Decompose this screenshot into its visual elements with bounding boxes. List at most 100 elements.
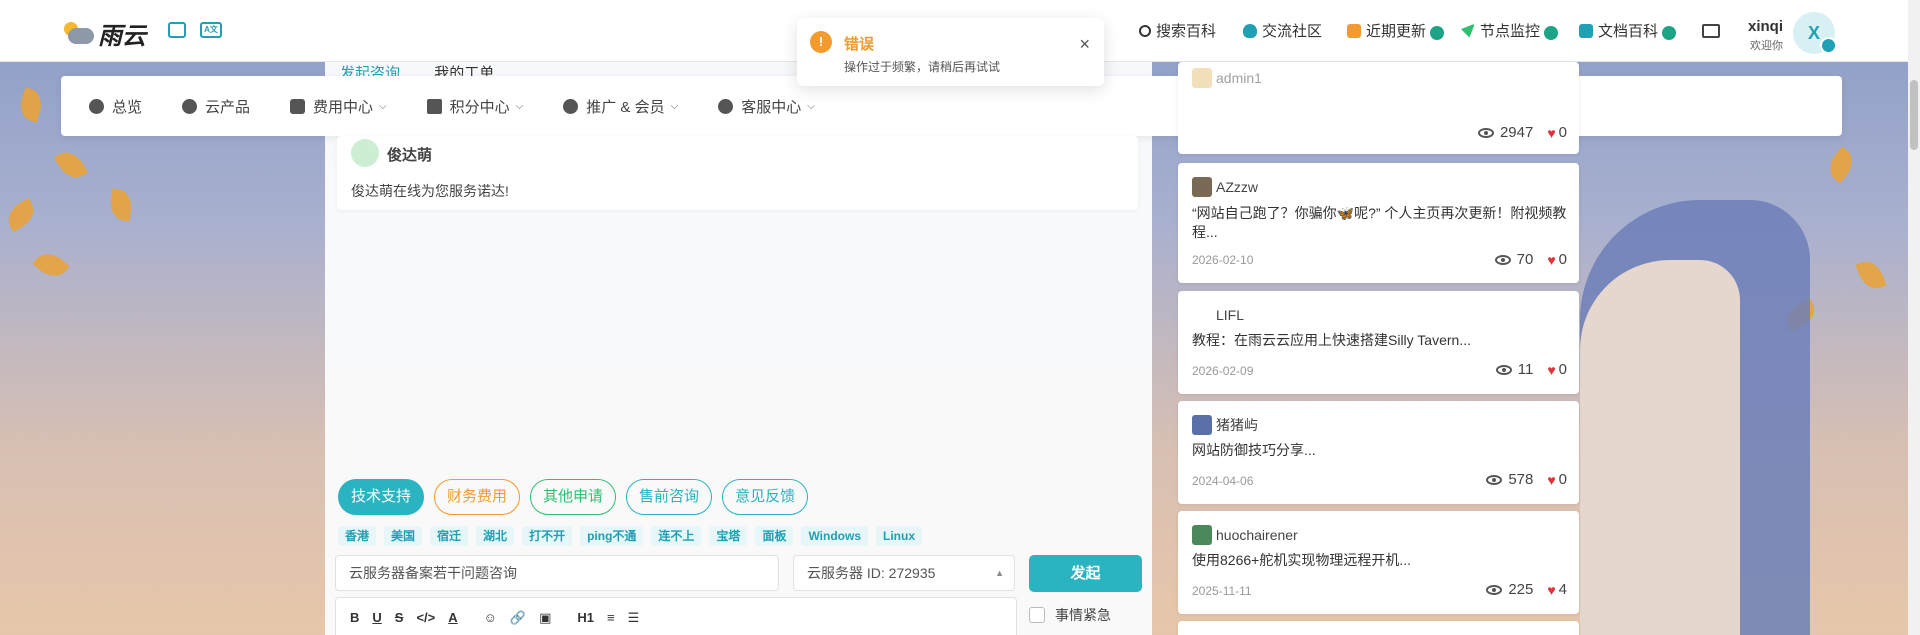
feed-stats: 225 ♥ 4	[1486, 581, 1567, 598]
category-other[interactable]: 其他申请	[530, 479, 617, 515]
category-presales[interactable]: 售前咨询	[626, 479, 713, 515]
feed-date: 2024-04-06	[1192, 474, 1254, 488]
chevron-down-icon: ⌵	[807, 100, 815, 112]
agent-name: 俊达萌	[387, 147, 433, 164]
tag[interactable]: 面板	[755, 526, 794, 546]
server-select[interactable]: 云服务器 ID: 272935 ▲	[793, 555, 1015, 591]
menu-billing[interactable]: 费用中心 ⌵	[290, 96, 387, 117]
author-avatar	[1192, 415, 1212, 435]
tag[interactable]: 连不上	[651, 526, 702, 546]
chevron-down-icon: ⌵	[670, 100, 679, 112]
quick-tags: 香港 美国 宿迁 湖北 打不开 ping不通 连不上 宝塔 面板 Windows…	[338, 526, 930, 546]
translate-icon[interactable]: A文	[200, 22, 222, 38]
feed-body: 使用8266+舵机实现物理远程开机...	[1192, 552, 1411, 568]
tag[interactable]: 宝塔	[709, 526, 748, 546]
feed-body: 教程：在雨云云应用上快速搭建Silly Tavern...	[1192, 332, 1471, 348]
cloud-logo-icon	[60, 20, 96, 48]
brand-name: 雨云	[98, 23, 146, 50]
feed-card[interactable]	[1178, 621, 1579, 635]
tag[interactable]: 香港	[338, 526, 377, 546]
category-tech-support[interactable]: 技术支持	[338, 479, 425, 515]
gift-icon	[426, 98, 442, 114]
tag[interactable]: 美国	[384, 526, 423, 546]
nav-updates[interactable]: 近期更新	[1347, 20, 1445, 41]
eye-icon	[1494, 254, 1511, 265]
tag[interactable]: 湖北	[476, 526, 515, 546]
gallery-icon[interactable]	[168, 22, 186, 38]
avatar[interactable]: X	[1793, 12, 1837, 54]
page-scrollbar[interactable]	[1908, 0, 1920, 635]
feed-body: “网站自己跑了？你骗你🦋呢?” 个人主页再次更新！附视频教程...	[1192, 205, 1567, 240]
menu-overview[interactable]: 总览	[89, 96, 142, 117]
feed-date: 2026-02-10	[1192, 253, 1254, 267]
send-button[interactable]: 发起	[1029, 555, 1142, 592]
menu-support[interactable]: 客服中心 ⌵	[718, 96, 815, 117]
toast-message: 操作过于频繁，请稍后再试试	[844, 60, 1001, 74]
author-avatar	[1192, 525, 1212, 545]
underline-icon[interactable]: U	[372, 610, 381, 625]
nav-docs[interactable]: 文档百科	[1579, 20, 1677, 41]
tag[interactable]: ping不通	[580, 526, 644, 546]
feed-date: 2025-11-11	[1192, 584, 1252, 598]
mail-icon[interactable]	[1702, 24, 1720, 38]
menu-referral[interactable]: 推广 & 会员 ⌵	[563, 96, 678, 117]
font-color-icon[interactable]: A	[448, 610, 457, 625]
ticket-title-input[interactable]: 云服务器备案若干问题咨询	[335, 555, 779, 591]
community-icon	[1243, 23, 1257, 38]
feed-stats: 578 ♥ 0	[1486, 471, 1567, 488]
brand-logo[interactable]: 雨云	[60, 16, 146, 51]
nav-search[interactable]: 搜索百科	[1139, 20, 1216, 41]
eye-icon	[1477, 127, 1494, 138]
feed-card[interactable]: 猪猪屿 网站防御技巧分享... 2024-04-06 578 ♥ 0	[1178, 401, 1579, 504]
align-icon[interactable]: ☰	[628, 610, 640, 626]
checkbox-icon[interactable]	[1029, 607, 1045, 623]
heading-icon[interactable]: H1	[577, 610, 594, 625]
author-avatar	[1192, 68, 1212, 88]
strikethrough-icon[interactable]: S	[395, 610, 404, 625]
heart-icon: ♥	[1547, 471, 1556, 488]
ordered-list-icon[interactable]: ≡	[607, 610, 615, 625]
tag[interactable]: Windows	[801, 526, 869, 546]
feed-card[interactable]: AZzzw “网站自己跑了？你骗你🦋呢?” 个人主页再次更新！附视频教程... …	[1178, 163, 1579, 283]
user-greeting: 欢迎你	[1750, 40, 1783, 52]
tag[interactable]: 打不开	[522, 526, 573, 546]
eye-icon	[1495, 364, 1512, 375]
code-icon[interactable]: </>	[416, 610, 435, 625]
scrollbar-thumb[interactable]	[1910, 80, 1918, 150]
heart-icon: ♥	[1547, 124, 1556, 141]
category-feedback[interactable]: 意见反馈	[722, 479, 809, 515]
editor-toolbar: B U S </> A ☺ 🔗 ▣ H1 ≡ ☰	[335, 597, 1017, 635]
feed-stats: 2947 ♥ 0	[1477, 124, 1567, 141]
bold-icon[interactable]: B	[350, 610, 359, 625]
headset-icon	[718, 98, 734, 114]
eye-icon	[1486, 474, 1503, 485]
image-icon[interactable]: ▣	[539, 610, 551, 626]
feed-card[interactable]: LIFL 教程：在雨云云应用上快速搭建Silly Tavern... 2026-…	[1178, 291, 1579, 394]
feed-author: admin1	[1192, 68, 1262, 88]
update-icon	[1347, 23, 1361, 38]
send-icon	[1461, 23, 1475, 38]
status-icon	[1820, 37, 1837, 54]
close-icon[interactable]: ×	[1079, 34, 1090, 55]
menu-products[interactable]: 云产品	[182, 96, 250, 117]
chevron-down-icon: ⌵	[515, 100, 524, 112]
link-icon[interactable]: 🔗	[510, 610, 526, 626]
heart-icon: ♥	[1547, 581, 1556, 598]
emoji-icon[interactable]: ☺	[484, 610, 497, 625]
tag[interactable]: Linux	[876, 526, 923, 546]
error-toast: ! 错误 操作过于频繁，请稍后再试试 ×	[797, 18, 1104, 86]
category-chips: 技术支持 财务费用 其他申请 售前咨询 意见反馈	[338, 479, 818, 515]
category-billing[interactable]: 财务费用	[434, 479, 521, 515]
user-name[interactable]: xinqi	[1748, 18, 1783, 35]
menu-points[interactable]: 积分中心 ⌵	[426, 96, 524, 117]
urgent-checkbox[interactable]: 事情紧急	[1029, 605, 1111, 625]
tag[interactable]: 宿迁	[430, 526, 469, 546]
author-avatar	[1192, 177, 1212, 197]
new-badge-icon	[1430, 25, 1445, 40]
feed-card[interactable]: admin1 2947 ♥ 0	[1178, 62, 1579, 154]
new-badge-icon	[1544, 25, 1559, 40]
nav-community[interactable]: 交流社区	[1243, 20, 1322, 41]
nav-monitor[interactable]: 节点监控	[1461, 20, 1559, 41]
feed-date: 2026-02-09	[1192, 364, 1254, 378]
feed-card[interactable]: huochairener 使用8266+舵机实现物理远程开机... 2025-1…	[1178, 511, 1579, 614]
